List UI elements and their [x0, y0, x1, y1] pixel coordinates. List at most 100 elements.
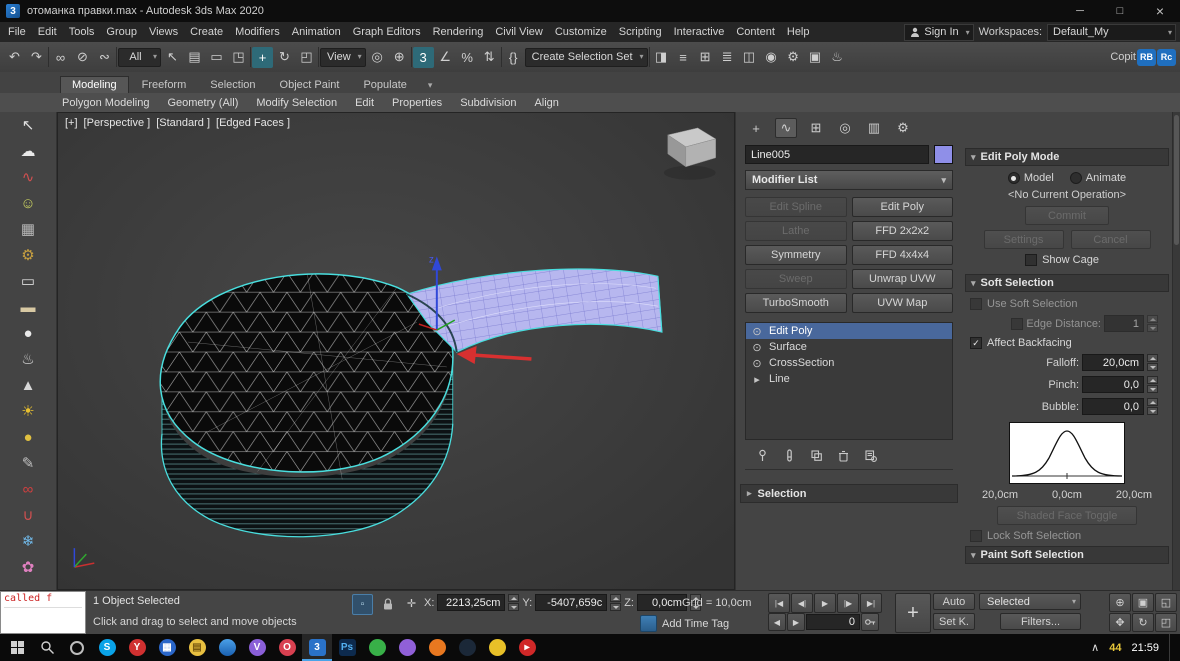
cloud-icon[interactable]: ☁ — [16, 141, 40, 161]
sphere-icon[interactable]: ● — [16, 323, 40, 343]
scene-explorer-icon[interactable]: ⊞ — [695, 47, 716, 68]
material-editor-icon[interactable]: ◉ — [761, 47, 782, 68]
modifier-button[interactable]: FFD 2x2x2 — [852, 221, 954, 241]
undo-icon[interactable]: ↶ — [4, 47, 25, 68]
badge-rc[interactable]: Rc — [1157, 49, 1176, 66]
separator[interactable] — [250, 47, 251, 67]
ribbon-panel-tab[interactable]: Geometry (All) — [167, 97, 238, 109]
current-frame-field[interactable]: 0 — [806, 614, 860, 630]
y-coordinate-field[interactable]: -5407,659c — [535, 594, 607, 611]
ribbon-tab[interactable]: Modeling — [60, 76, 129, 93]
taskbar-app[interactable]: ▦ — [152, 634, 182, 661]
model-radio[interactable]: Model — [1008, 172, 1054, 184]
start-button[interactable] — [2, 634, 32, 661]
menu-item[interactable]: Create — [184, 26, 229, 38]
taskbar-app[interactable] — [482, 634, 512, 661]
cherries-icon[interactable]: ∞ — [16, 479, 40, 499]
menu-item[interactable]: Animation — [286, 26, 347, 38]
snaps-toggle-icon[interactable]: 3 — [413, 47, 434, 68]
teapot-icon[interactable]: ♨ — [16, 349, 40, 369]
select-by-name-icon[interactable]: ▤ — [184, 47, 205, 68]
maximize-viewport-icon[interactable]: ◰ — [1155, 613, 1177, 632]
separator[interactable] — [411, 47, 412, 67]
modifier-stack-row[interactable]: ⊙ CrossSection — [746, 355, 952, 371]
add-time-tag[interactable]: Add Time Tag — [640, 615, 729, 632]
selection-rollout-header[interactable]: Selection — [740, 484, 958, 503]
ribbon-tab[interactable]: Object Paint — [269, 77, 351, 93]
maxscript-mini-listener[interactable]: called f — [0, 591, 86, 634]
modifier-stack-row[interactable]: ⊙ Surface — [746, 339, 952, 355]
make-unique-icon[interactable] — [809, 448, 824, 463]
ribbon-tab[interactable]: Populate — [352, 77, 417, 93]
use-soft-selection-checkbox[interactable]: Use Soft Selection — [970, 298, 1164, 310]
menu-item[interactable]: Rendering — [427, 26, 490, 38]
menu-item[interactable]: Customize — [549, 26, 613, 38]
shaded-face-toggle-button[interactable]: Shaded Face Toggle — [997, 506, 1137, 525]
falloff-field[interactable]: 20,0cm — [1082, 354, 1144, 371]
ribbon-panel-tab[interactable]: Modify Selection — [256, 97, 337, 109]
modifier-button[interactable]: Sweep — [745, 269, 847, 289]
taskbar-app[interactable] — [212, 634, 242, 661]
orbit-icon[interactable]: ↻ — [1132, 613, 1154, 632]
ribbon-panel-tab[interactable]: Polygon Modeling — [62, 97, 149, 109]
rounded-box-icon[interactable]: ▬ — [16, 297, 40, 317]
view-cube[interactable] — [664, 128, 716, 180]
motion-tab[interactable]: ◎ — [835, 119, 855, 137]
ribbon-panel-tab[interactable]: Properties — [392, 97, 442, 109]
cone-icon[interactable]: ▲ — [16, 375, 40, 395]
utilities-tab[interactable]: ⚙ — [893, 119, 913, 137]
ribbon-panel-tab[interactable]: Subdivision — [460, 97, 516, 109]
sphere-yellow-icon[interactable]: ● — [16, 427, 40, 447]
soft-selection-header[interactable]: Soft Selection — [965, 274, 1169, 292]
create-tab[interactable]: + — [746, 119, 766, 137]
separator[interactable] — [501, 47, 502, 67]
visibility-icon[interactable]: ▸ — [751, 373, 763, 386]
taskbar-app[interactable]: S — [92, 634, 122, 661]
hierarchy-tab[interactable]: ⊞ — [806, 119, 826, 137]
pan-icon[interactable]: ✥ — [1109, 613, 1131, 632]
select-object-icon[interactable]: ↖ — [162, 47, 183, 68]
separator[interactable] — [48, 47, 49, 67]
ribbon-options-icon[interactable]: ▾ — [420, 78, 441, 93]
taskbar-app[interactable]: ▤ — [182, 634, 212, 661]
viewport-menu-general[interactable]: [+] — [65, 117, 78, 129]
set-keys-button[interactable]: + — [895, 593, 931, 633]
layer-manager-icon[interactable]: ≣ — [717, 47, 738, 68]
bubble-spinner[interactable] — [1147, 398, 1158, 415]
spline-tool-icon[interactable]: ∿ — [16, 167, 40, 187]
tray-temperature[interactable]: 44 — [1109, 642, 1121, 654]
menu-item[interactable]: Interactive — [668, 26, 731, 38]
lock-soft-selection-checkbox[interactable]: Lock Soft Selection — [970, 530, 1164, 542]
maximize-button[interactable]: □ — [1100, 0, 1140, 22]
menu-item[interactable]: Group — [100, 26, 143, 38]
cortana-icon[interactable] — [62, 634, 92, 661]
modify-tab[interactable]: ∿ — [775, 118, 797, 138]
pinch-field[interactable]: 0,0 — [1082, 376, 1144, 393]
z-coordinate-field[interactable]: 0,0cm — [637, 594, 687, 611]
align-icon[interactable]: ≡ — [673, 47, 694, 68]
edit-poly-mode-header[interactable]: Edit Poly Mode — [965, 148, 1169, 166]
use-pivot-point-icon[interactable]: ◎ — [367, 47, 388, 68]
set-key-button[interactable]: Set K. — [933, 613, 975, 630]
create-selection-set-dropdown[interactable]: Create Selection Set — [525, 48, 648, 67]
taskbar-app[interactable] — [422, 634, 452, 661]
paint-soft-selection-header[interactable]: Paint Soft Selection — [965, 546, 1169, 564]
panel-scrollbar[interactable] — [1172, 112, 1180, 590]
visibility-icon[interactable]: ⊙ — [751, 325, 763, 338]
menu-item[interactable]: Content — [730, 26, 781, 38]
taskbar-search-icon[interactable] — [32, 634, 62, 661]
commit-button[interactable]: Commit — [1025, 206, 1109, 225]
named-selection-sets-icon[interactable]: {} — [503, 47, 524, 68]
bind-to-space-warp-icon[interactable]: ∾ — [94, 47, 115, 68]
edge-distance-field[interactable]: 1 — [1104, 315, 1144, 332]
key-filters-button[interactable]: Filters... — [1000, 613, 1081, 630]
animate-radio[interactable]: Animate — [1070, 172, 1126, 184]
visibility-icon[interactable]: ⊙ — [751, 357, 763, 370]
separator[interactable] — [649, 47, 650, 67]
modifier-button[interactable]: Edit Spline — [745, 197, 847, 217]
modifier-list-dropdown[interactable]: Modifier List▾ — [745, 170, 953, 190]
previous-key-button[interactable]: ◀ — [768, 613, 786, 631]
rendered-frame-icon[interactable]: ▣ — [805, 47, 826, 68]
spinner-snap-icon[interactable]: ⇅ — [479, 47, 500, 68]
modifier-button[interactable]: Symmetry — [745, 245, 847, 265]
